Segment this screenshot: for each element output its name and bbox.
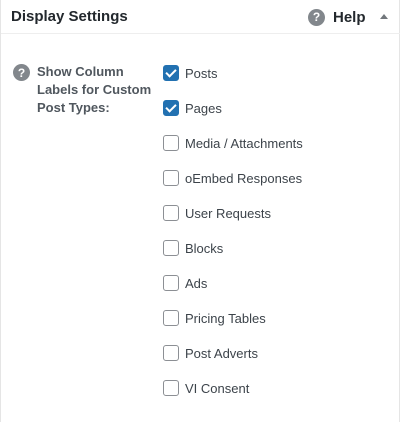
option-pricing-tables[interactable]: Pricing Tables [163,308,266,328]
question-circle-icon[interactable]: ? [13,64,30,81]
option-label: Media / Attachments [185,135,303,151]
option-label: Posts [185,65,218,81]
option-post-adverts[interactable]: Post Adverts [163,343,258,363]
option-vi-consent[interactable]: VI Consent [163,378,249,398]
display-settings-panel: Display Settings ? Help ? Show Column La… [0,0,400,422]
option-label: User Requests [185,205,271,221]
checkbox[interactable] [163,380,179,396]
panel-title: Display Settings [11,8,128,25]
option-label: Pages [185,100,222,116]
help-button[interactable]: ? Help [308,5,366,29]
triangle-up-icon[interactable] [378,10,390,22]
checkbox[interactable] [163,205,179,221]
option-posts[interactable]: Posts [163,63,218,83]
checkbox[interactable] [163,65,179,81]
checkbox[interactable] [163,240,179,256]
panel-header: Display Settings ? Help [1,0,400,34]
checkbox[interactable] [163,275,179,291]
checkbox[interactable] [163,345,179,361]
option-label: oEmbed Responses [185,170,303,186]
checkbox[interactable] [163,310,179,326]
checkbox[interactable] [163,135,179,151]
option-pages[interactable]: Pages [163,98,222,118]
option-user-requests[interactable]: User Requests [163,203,271,223]
option-label: Ads [185,275,208,291]
option-label: Pricing Tables [185,310,266,326]
field-label: Show Column Labels for Custom Post Types… [37,64,152,115]
option-label: VI Consent [185,380,250,396]
option-blocks[interactable]: Blocks [163,238,223,258]
option-ads[interactable]: Ads [163,273,207,293]
option-label: Blocks [185,240,224,256]
option-oembed-responses[interactable]: oEmbed Responses [163,168,302,188]
help-label: Help [333,8,366,26]
option-media-attachments[interactable]: Media / Attachments [163,133,303,153]
option-label: Post Adverts [185,345,258,361]
checkbox[interactable] [163,170,179,186]
checkbox[interactable] [163,100,179,116]
question-circle-icon: ? [308,8,325,26]
